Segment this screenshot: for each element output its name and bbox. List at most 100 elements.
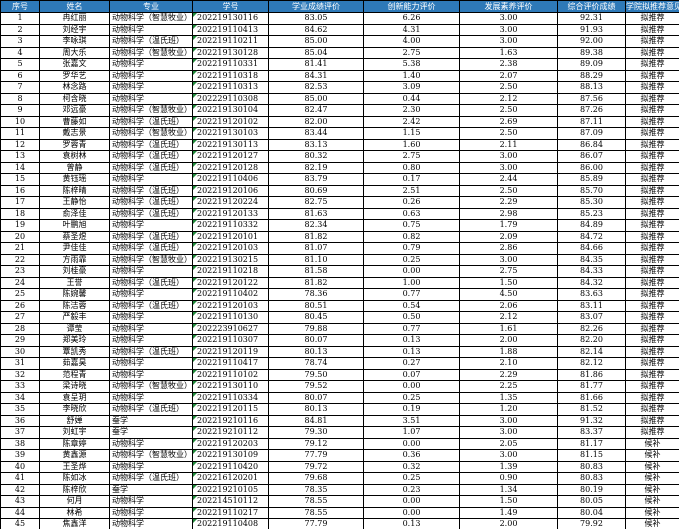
cell-student-id[interactable]: 202219210116: [192, 414, 269, 427]
cell-innovation-score[interactable]: 0.54: [363, 299, 460, 312]
cell-recommendation[interactable]: 拟推荐: [625, 414, 679, 427]
cell-student-id[interactable]: 202219130215: [192, 253, 269, 266]
cell-academic-score[interactable]: 81.58: [268, 265, 364, 278]
cell-student-id[interactable]: 202219110318: [192, 69, 269, 82]
cell-recommendation[interactable]: 拟推荐: [625, 242, 679, 255]
cell-student-name[interactable]: 袁树林: [39, 150, 110, 163]
cell-recommendation[interactable]: 候补: [625, 483, 679, 496]
cell-row-index[interactable]: 28: [0, 322, 40, 335]
cell-major[interactable]: 动物科学（温氏班）: [109, 403, 193, 416]
cell-row-index[interactable]: 40: [0, 460, 40, 473]
cell-academic-score[interactable]: 80.07: [268, 334, 364, 347]
cell-major[interactable]: 动物科学（温氏班）: [109, 345, 193, 358]
cell-student-name[interactable]: 舒婵: [39, 414, 110, 427]
cell-major[interactable]: 动物科学: [109, 288, 193, 301]
cell-development-score[interactable]: 1.63: [459, 46, 558, 59]
cell-development-score[interactable]: 3.00: [459, 426, 558, 439]
cell-recommendation[interactable]: 拟推荐: [625, 230, 679, 243]
cell-development-score[interactable]: 2.50: [459, 184, 558, 197]
cell-student-name[interactable]: 戴志景: [39, 127, 110, 140]
cell-recommendation[interactable]: 拟推荐: [625, 92, 679, 105]
cell-innovation-score[interactable]: 4.00: [363, 35, 460, 48]
cell-recommendation[interactable]: 拟推荐: [625, 207, 679, 220]
cell-innovation-score[interactable]: 1.60: [363, 138, 460, 151]
cell-total-score[interactable]: 85.30: [557, 196, 626, 209]
cell-recommendation[interactable]: 拟推荐: [625, 12, 679, 25]
cell-row-index[interactable]: 20: [0, 230, 40, 243]
cell-development-score[interactable]: 2.00: [459, 334, 558, 347]
cell-innovation-score[interactable]: 0.25: [363, 472, 460, 485]
cell-innovation-score[interactable]: 0.13: [363, 518, 460, 529]
cell-academic-score[interactable]: 80.13: [268, 403, 364, 416]
cell-development-score[interactable]: 0.90: [459, 472, 558, 485]
cell-recommendation[interactable]: 拟推荐: [625, 299, 679, 312]
cell-development-score[interactable]: 2.50: [459, 127, 558, 140]
cell-innovation-score[interactable]: 0.25: [363, 391, 460, 404]
cell-academic-score[interactable]: 79.52: [268, 380, 364, 393]
cell-innovation-score[interactable]: 2.42: [363, 115, 460, 128]
cell-development-score[interactable]: 3.00: [459, 449, 558, 462]
cell-innovation-score[interactable]: 5.38: [363, 58, 460, 71]
cell-innovation-score[interactable]: 4.31: [363, 23, 460, 36]
cell-total-score[interactable]: 85.23: [557, 207, 626, 220]
cell-row-index[interactable]: 38: [0, 437, 40, 450]
cell-recommendation[interactable]: 拟推荐: [625, 58, 679, 71]
header-name[interactable]: 姓名: [39, 0, 110, 13]
cell-academic-score[interactable]: 81.41: [268, 58, 364, 71]
cell-development-score[interactable]: 3.00: [459, 150, 558, 163]
cell-row-index[interactable]: 15: [0, 173, 40, 186]
cell-innovation-score[interactable]: 0.63: [363, 207, 460, 220]
cell-total-score[interactable]: 82.14: [557, 345, 626, 358]
cell-total-score[interactable]: 81.86: [557, 368, 626, 381]
cell-academic-score[interactable]: 77.79: [268, 449, 364, 462]
cell-total-score[interactable]: 92.31: [557, 12, 626, 25]
cell-recommendation[interactable]: 拟推荐: [625, 184, 679, 197]
cell-student-name[interactable]: 周大乐: [39, 46, 110, 59]
cell-student-id[interactable]: 202219110332: [192, 219, 269, 232]
header-academic-score[interactable]: 学业成绩评价: [268, 0, 364, 13]
cell-student-id[interactable]: 202219110313: [192, 81, 269, 94]
cell-recommendation[interactable]: 拟推荐: [625, 104, 679, 117]
cell-innovation-score[interactable]: 1.40: [363, 69, 460, 82]
cell-row-index[interactable]: 10: [0, 115, 40, 128]
cell-student-name[interactable]: 陈婉馨: [39, 288, 110, 301]
cell-development-score[interactable]: 1.88: [459, 345, 558, 358]
cell-row-index[interactable]: 5: [0, 58, 40, 71]
cell-row-index[interactable]: 8: [0, 92, 40, 105]
cell-row-index[interactable]: 35: [0, 403, 40, 416]
cell-student-name[interactable]: 张嘉文: [39, 58, 110, 71]
cell-major[interactable]: 动物科学: [109, 173, 193, 186]
cell-student-id[interactable]: 202219110413: [192, 23, 269, 36]
cell-row-index[interactable]: 2: [0, 23, 40, 36]
cell-academic-score[interactable]: 82.00: [268, 115, 364, 128]
cell-innovation-score[interactable]: 2.75: [363, 46, 460, 59]
cell-total-score[interactable]: 80.04: [557, 506, 626, 519]
cell-academic-score[interactable]: 79.50: [268, 368, 364, 381]
cell-recommendation[interactable]: 拟推荐: [625, 196, 679, 209]
cell-development-score[interactable]: 2.98: [459, 207, 558, 220]
cell-student-id[interactable]: 202219130110: [192, 380, 269, 393]
cell-major[interactable]: 动物科学: [109, 311, 193, 324]
cell-academic-score[interactable]: 78.74: [268, 357, 364, 370]
cell-recommendation[interactable]: 拟推荐: [625, 357, 679, 370]
cell-development-score[interactable]: 1.39: [459, 460, 558, 473]
cell-total-score[interactable]: 84.72: [557, 230, 626, 243]
cell-student-name[interactable]: 王誉: [39, 276, 110, 289]
cell-row-index[interactable]: 39: [0, 449, 40, 462]
cell-student-id[interactable]: 202219110408: [192, 518, 269, 529]
cell-recommendation[interactable]: 候补: [625, 472, 679, 485]
cell-innovation-score[interactable]: 0.07: [363, 368, 460, 381]
cell-total-score[interactable]: 89.38: [557, 46, 626, 59]
cell-row-index[interactable]: 33: [0, 380, 40, 393]
cell-recommendation[interactable]: 拟推荐: [625, 345, 679, 358]
cell-student-id[interactable]: 202219110217: [192, 506, 269, 519]
cell-academic-score[interactable]: 81.10: [268, 253, 364, 266]
cell-development-score[interactable]: 1.20: [459, 403, 558, 416]
cell-major[interactable]: 动物科学: [109, 368, 193, 381]
cell-row-index[interactable]: 26: [0, 299, 40, 312]
cell-innovation-score[interactable]: 2.51: [363, 184, 460, 197]
cell-student-name[interactable]: 柯含晓: [39, 92, 110, 105]
cell-innovation-score[interactable]: 0.77: [363, 322, 460, 335]
cell-student-name[interactable]: 王圣烨: [39, 460, 110, 473]
cell-major[interactable]: 动物科学（智慧牧业）: [109, 380, 193, 393]
